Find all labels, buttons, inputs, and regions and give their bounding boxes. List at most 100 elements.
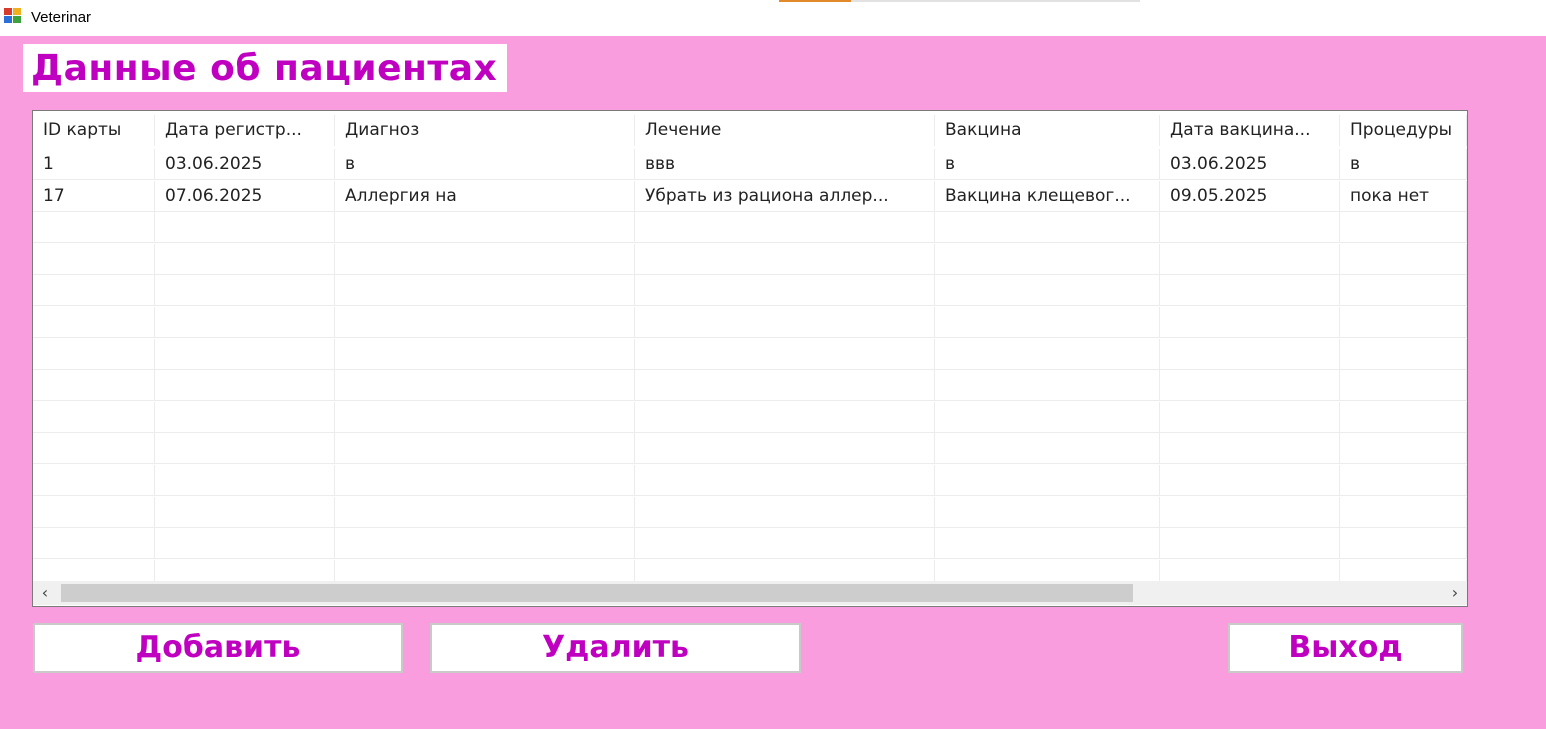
page-title: Данные об пациентах <box>31 48 498 89</box>
empty-cell <box>335 275 635 307</box>
patients-data-grid[interactable]: ID карты Дата регистр... Диагноз Лечение Вак… <box>32 110 1468 607</box>
table-cell[interactable]: 17 <box>33 180 155 212</box>
empty-cell <box>1160 338 1340 370</box>
empty-cell <box>33 212 155 244</box>
empty-grid-row <box>33 338 1467 370</box>
empty-cell <box>155 212 335 244</box>
empty-cell <box>33 496 155 528</box>
empty-cell <box>155 338 335 370</box>
empty-cell <box>1340 275 1467 307</box>
table-cell[interactable]: 03.06.2025 <box>155 149 335 180</box>
exit-button[interactable]: Выход <box>1228 623 1463 673</box>
table-cell[interactable]: 03.06.2025 <box>1160 149 1340 180</box>
column-header[interactable]: Лечение <box>635 115 935 146</box>
table-cell[interactable]: пока нет <box>1340 180 1467 212</box>
app-windows-icon <box>4 8 22 24</box>
empty-cell <box>335 528 635 560</box>
empty-cell <box>935 275 1160 307</box>
heading-panel: Данные об пациентах <box>23 44 507 92</box>
table-cell[interactable]: в <box>1340 149 1467 180</box>
empty-cell <box>335 212 635 244</box>
table-cell[interactable]: Аллергия на <box>335 180 635 212</box>
empty-cell <box>1340 559 1467 581</box>
empty-cell <box>1160 433 1340 465</box>
empty-cell <box>935 528 1160 560</box>
column-header[interactable]: ID карты <box>33 115 155 146</box>
empty-cell <box>1160 275 1340 307</box>
empty-cell <box>1160 212 1340 244</box>
empty-cell <box>155 559 335 581</box>
empty-cell <box>33 433 155 465</box>
column-header[interactable]: Диагноз <box>335 115 635 146</box>
empty-cell <box>635 433 935 465</box>
empty-cell <box>33 338 155 370</box>
grid-header-row: ID карты Дата регистр... Диагноз Лечение Вак… <box>33 115 1467 146</box>
empty-cell <box>155 465 335 496</box>
empty-cell <box>335 465 635 496</box>
empty-cell <box>635 275 935 307</box>
column-header[interactable]: Дата вакцина... <box>1160 115 1340 146</box>
empty-grid-row <box>33 243 1467 275</box>
empty-cell <box>1340 370 1467 402</box>
empty-cell <box>1160 528 1340 560</box>
empty-cell <box>635 401 935 433</box>
add-button[interactable]: Добавить <box>33 623 403 673</box>
title-bar-accent-line <box>851 0 1140 2</box>
empty-grid-row <box>33 307 1467 338</box>
scroll-right-arrow-icon[interactable]: › <box>1443 581 1467 605</box>
empty-cell <box>1340 465 1467 496</box>
empty-cell <box>935 401 1160 433</box>
table-cell[interactable]: ввв <box>635 149 935 180</box>
empty-cell <box>335 433 635 465</box>
empty-cell <box>635 338 935 370</box>
empty-grid-row <box>33 370 1467 402</box>
empty-cell <box>335 370 635 402</box>
title-bar: Veterinar <box>0 0 1546 36</box>
empty-cell <box>635 559 935 581</box>
table-row[interactable]: 17 07.06.2025 Аллергия на Убрать из рациона… <box>33 180 1467 212</box>
empty-cell <box>935 243 1160 275</box>
empty-grid-row <box>33 559 1467 581</box>
delete-button[interactable]: Удалить <box>430 623 801 673</box>
column-header[interactable]: Дата регистр... <box>155 115 335 146</box>
empty-cell <box>1340 307 1467 338</box>
table-cell[interactable]: Убрать из рациона аллер... <box>635 180 935 212</box>
empty-cell <box>1340 338 1467 370</box>
table-cell[interactable]: 07.06.2025 <box>155 180 335 212</box>
title-bar-accent <box>779 0 851 2</box>
window-title: Veterinar <box>31 9 92 26</box>
empty-cell <box>1340 212 1467 244</box>
empty-cell <box>1340 496 1467 528</box>
empty-cell <box>33 528 155 560</box>
empty-cell <box>33 401 155 433</box>
table-cell[interactable]: Вакцина клещевог... <box>935 180 1160 212</box>
empty-cell <box>155 307 335 338</box>
table-cell[interactable]: 1 <box>33 149 155 180</box>
horizontal-scrollbar[interactable]: ‹ › <box>33 581 1467 605</box>
empty-cell <box>155 433 335 465</box>
empty-cell <box>335 401 635 433</box>
empty-cell <box>1160 370 1340 402</box>
table-cell[interactable]: 09.05.2025 <box>1160 180 1340 212</box>
table-row[interactable]: 1 03.06.2025 в ввв в 03.06.2025 в <box>33 149 1467 180</box>
empty-cell <box>1340 401 1467 433</box>
empty-cell <box>335 243 635 275</box>
column-header[interactable]: Процедуры <box>1340 115 1467 146</box>
empty-cell <box>635 307 935 338</box>
empty-cell <box>1160 307 1340 338</box>
column-header[interactable]: Вакцина <box>935 115 1160 146</box>
empty-cell <box>935 307 1160 338</box>
scroll-left-arrow-icon[interactable]: ‹ <box>33 581 57 605</box>
empty-cell <box>33 465 155 496</box>
table-cell[interactable]: в <box>335 149 635 180</box>
empty-grid-row <box>33 433 1467 465</box>
scrollbar-thumb[interactable] <box>61 584 1133 602</box>
empty-cell <box>635 528 935 560</box>
empty-cell <box>335 338 635 370</box>
empty-cell <box>935 370 1160 402</box>
table-cell[interactable]: в <box>935 149 1160 180</box>
empty-cell <box>935 496 1160 528</box>
empty-cell <box>33 370 155 402</box>
empty-cell <box>935 338 1160 370</box>
empty-cell <box>155 275 335 307</box>
